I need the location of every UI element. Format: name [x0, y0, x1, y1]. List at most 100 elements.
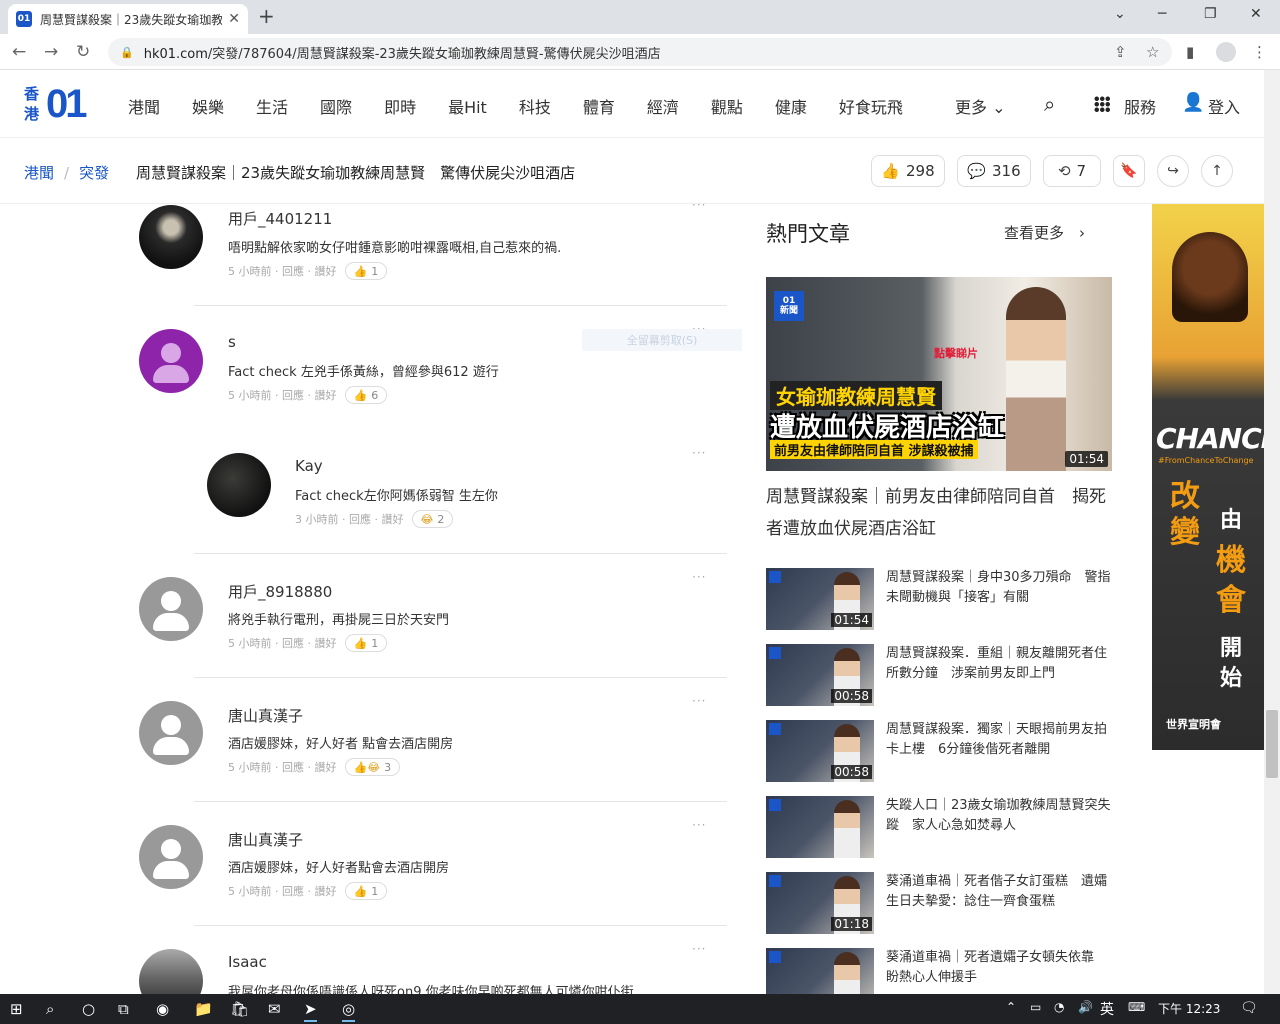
comment-author[interactable]: s: [228, 333, 236, 351]
favourite-link[interactable]: 讚好: [315, 759, 337, 775]
search-icon[interactable]: ⌕: [46, 1000, 54, 1018]
breadcrumb-item[interactable]: 港聞: [24, 162, 54, 183]
more-dots-icon[interactable]: ···: [692, 570, 706, 584]
close-window-button[interactable]: ✕: [1250, 6, 1262, 22]
restore-button[interactable]: ❐: [1204, 6, 1217, 22]
forward-arrow-icon[interactable]: →: [44, 42, 58, 62]
reaction-pill[interactable]: 👍😂 3: [344, 758, 401, 776]
hot-article-item[interactable]: 00:58 周慧賢謀殺案．重組｜親友離開死者住所數分鐘 涉案前男友即上門: [766, 644, 1112, 706]
address-bar[interactable]: 🔒 hk01.com/突發/787604/周慧賢謀殺案-23歲失蹤女瑜珈教練周慧…: [108, 38, 1172, 66]
cortana-icon[interactable]: ○: [82, 1000, 95, 1018]
more-dots-icon[interactable]: ···: [692, 818, 706, 832]
avatar[interactable]: [139, 205, 203, 269]
more-dots-icon[interactable]: ···: [692, 446, 706, 460]
tray-chevron-up-icon[interactable]: ⌃: [1006, 1000, 1016, 1014]
login-link[interactable]: 登入: [1208, 94, 1240, 118]
profile-avatar-icon[interactable]: [1216, 42, 1236, 62]
reply-link[interactable]: 回應: [282, 883, 304, 899]
avatar[interactable]: [139, 701, 203, 765]
search-icon[interactable]: ⌕: [1044, 92, 1055, 116]
bookmark-star-icon[interactable]: ☆: [1146, 43, 1159, 61]
comments-button[interactable]: 💬 316: [957, 155, 1031, 187]
input-language[interactable]: 英: [1100, 999, 1114, 1019]
avatar[interactable]: [139, 949, 203, 994]
repost-button[interactable]: ⟲ 7: [1043, 155, 1101, 187]
hk01-logo[interactable]: 01: [46, 84, 87, 124]
task-view-icon[interactable]: ⧉: [118, 1000, 129, 1018]
avatar[interactable]: [139, 825, 203, 889]
logo-region-text[interactable]: 香港: [24, 84, 44, 124]
reaction-pill[interactable]: 👍 1: [344, 262, 388, 280]
page-scrollbar[interactable]: [1264, 70, 1280, 994]
nav-more-button[interactable]: 更多 ⌄: [955, 94, 1006, 118]
store-icon[interactable]: 🛍: [230, 1000, 249, 1018]
reload-icon[interactable]: ↻: [76, 42, 90, 62]
favourite-link[interactable]: 讚好: [315, 883, 337, 899]
browser-tab[interactable]: 01 周慧賢謀殺案｜23歲失蹤女瑜珈教 ✕: [8, 4, 248, 34]
windows-start-icon[interactable]: ⊞: [10, 1000, 23, 1018]
nav-item[interactable]: 國際: [320, 94, 352, 118]
featured-video-thumbnail[interactable]: 01 新聞 點擊睇片 女瑜珈教練周慧賢 遭放血伏屍酒店浴缸 前男友由律師陪同自首 …: [766, 277, 1112, 471]
reply-link[interactable]: 回應: [282, 263, 304, 279]
side-panel-icon[interactable]: ▮: [1186, 43, 1194, 61]
new-tab-button[interactable]: +: [258, 4, 275, 28]
telegram-icon[interactable]: ➤: [304, 1000, 317, 1022]
nav-item[interactable]: 健康: [775, 94, 807, 118]
share-button[interactable]: ↪: [1157, 155, 1189, 187]
comment-author[interactable]: Isaac: [228, 953, 267, 971]
notifications-icon[interactable]: 🗨: [1240, 1000, 1258, 1016]
tab-close-icon[interactable]: ✕: [228, 11, 240, 27]
hot-article-item[interactable]: 01:54 周慧賢謀殺案｜身中30多刀殞命 警指未閜動機與「接客」有關: [766, 568, 1112, 630]
share-icon[interactable]: ⇪: [1114, 43, 1127, 61]
breadcrumb-item[interactable]: 突發: [79, 162, 109, 183]
reply-link[interactable]: 回應: [282, 635, 304, 651]
volume-icon[interactable]: 🔊: [1078, 1000, 1093, 1014]
file-explorer-icon[interactable]: 📁: [194, 1000, 213, 1018]
reply-link[interactable]: 回應: [349, 511, 371, 527]
view-more-link[interactable]: 查看更多 ›: [1004, 222, 1085, 243]
mail-icon[interactable]: ✉: [268, 1000, 281, 1018]
ime-icon[interactable]: ⌨: [1128, 1000, 1145, 1014]
scrollbar-thumb[interactable]: [1266, 710, 1278, 778]
comment-author[interactable]: Kay: [295, 457, 323, 475]
reaction-pill[interactable]: 😂 2: [411, 510, 454, 528]
hot-article-item[interactable]: 失蹤人口｜23歲女瑜珈教練周慧賢突失蹤 家人心急如焚尋人: [766, 796, 1112, 858]
reaction-pill[interactable]: 👍 6: [344, 386, 388, 404]
reaction-pill[interactable]: 👍 1: [344, 634, 388, 652]
taskbar-clock[interactable]: 下午 12:23: [1158, 1000, 1220, 1017]
reply-link[interactable]: 回應: [282, 759, 304, 775]
avatar[interactable]: [139, 329, 203, 393]
more-dots-icon[interactable]: ···: [692, 204, 706, 212]
hot-article-item[interactable]: 00:58 周慧賢謀殺案．獨家｜天眼揭前男友拍卡上樓 6分鐘後偕死者離開: [766, 720, 1112, 782]
favourite-link[interactable]: 讚好: [315, 387, 337, 403]
nav-item[interactable]: 娛樂: [192, 94, 224, 118]
nav-item[interactable]: 經濟: [647, 94, 679, 118]
comment-author[interactable]: 用戶_4401211: [228, 208, 332, 229]
comment-author[interactable]: 唐山真漢子: [228, 705, 303, 726]
reply-link[interactable]: 回應: [282, 387, 304, 403]
more-dots-icon[interactable]: ···: [692, 694, 706, 708]
nav-item[interactable]: 最Hit: [448, 94, 487, 118]
favourite-link[interactable]: 讚好: [382, 511, 404, 527]
network-icon[interactable]: ▭: [1030, 1000, 1041, 1014]
nav-item[interactable]: 觀點: [711, 94, 743, 118]
nav-item[interactable]: 即時: [384, 94, 416, 118]
chrome-icon[interactable]: ◎: [342, 1000, 356, 1022]
scroll-top-button[interactable]: ↑: [1201, 155, 1233, 187]
reaction-pill[interactable]: 👍 1: [344, 882, 388, 900]
grid-menu-icon[interactable]: [1094, 96, 1110, 112]
nav-item[interactable]: 好食玩飛: [839, 94, 903, 118]
service-link[interactable]: 服務: [1124, 94, 1156, 118]
tab-search-icon[interactable]: ⌄: [1114, 6, 1126, 22]
nav-item[interactable]: 科技: [519, 94, 551, 118]
back-arrow-icon[interactable]: ←: [12, 42, 26, 62]
menu-dots-icon[interactable]: ⋮: [1252, 43, 1267, 61]
favourite-link[interactable]: 讚好: [315, 263, 337, 279]
minimize-button[interactable]: ─: [1158, 6, 1166, 22]
nav-item[interactable]: 體育: [583, 94, 615, 118]
hot-article-item[interactable]: 01:18 葵涌道車禍｜死者偕子女訂蛋糕 遺孀生日夫摯愛：諗住一齊食蛋糕: [766, 872, 1112, 934]
hot-article-item[interactable]: 葵涌道車禍｜死者遺孀子女頓失依靠 盼熱心人伸援手: [766, 948, 1112, 994]
nav-item[interactable]: 生活: [256, 94, 288, 118]
comment-author[interactable]: 唐山真漢子: [228, 829, 303, 850]
user-icon[interactable]: 👤: [1182, 92, 1204, 113]
